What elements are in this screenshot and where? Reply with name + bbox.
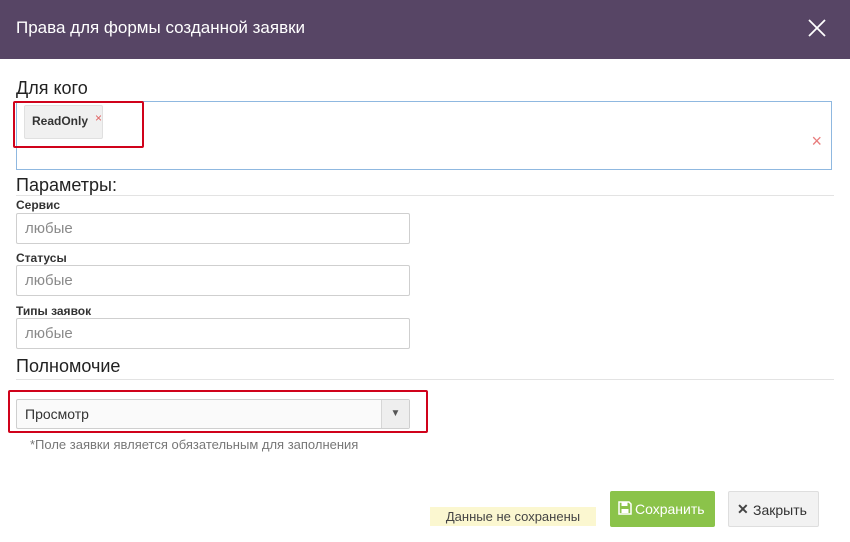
statuses-input[interactable] xyxy=(16,265,410,296)
statuses-label: Статусы xyxy=(16,251,67,265)
close-button-label: Закрыть xyxy=(753,502,807,518)
save-button[interactable]: Сохранить xyxy=(610,491,715,527)
request-types-label: Типы заявок xyxy=(16,304,92,318)
clear-selection-icon[interactable]: × xyxy=(811,132,822,150)
required-note: *Поле заявки является обязательным для з… xyxy=(30,437,359,452)
floppy-disk-icon xyxy=(618,501,632,515)
service-input[interactable] xyxy=(16,213,410,244)
divider xyxy=(16,379,834,380)
parameters-heading: Параметры: xyxy=(16,175,117,195)
request-types-input[interactable] xyxy=(16,318,410,349)
close-button[interactable]: ✕ Закрыть xyxy=(728,491,819,527)
authority-heading: Полномочие xyxy=(16,356,121,376)
close-icon: ✕ xyxy=(737,501,749,517)
close-icon[interactable] xyxy=(808,19,826,37)
dialog-header: Права для формы созданной заявки xyxy=(0,0,850,59)
who-heading: Для кого xyxy=(16,78,88,98)
highlight-box-tag xyxy=(13,101,144,148)
unsaved-notice: Данные не сохранены xyxy=(430,507,596,526)
service-label: Сервис xyxy=(16,198,61,212)
dialog-title: Права для формы созданной заявки xyxy=(16,18,306,37)
highlight-box-authority xyxy=(8,390,428,433)
save-button-label: Сохранить xyxy=(635,501,705,517)
divider xyxy=(16,195,834,196)
